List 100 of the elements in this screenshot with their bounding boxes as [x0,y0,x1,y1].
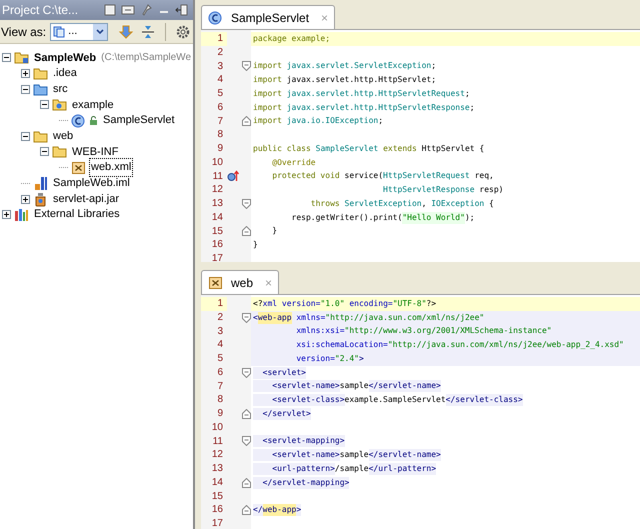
down-arrow-icon[interactable] [118,24,134,40]
code-line: } [252,239,259,252]
folder-icon [52,97,67,112]
line-number: 8 [216,128,224,142]
folder-icon [33,82,48,97]
line-number: 14 [210,210,224,224]
books-icon [14,207,29,222]
line-number: 6 [216,366,224,380]
fold-icon[interactable] [242,408,250,419]
code-line: <servlet-class>example.SampleServlet</servlet-class> [251,393,640,407]
tree-item[interactable]: web.xml [89,158,134,177]
editor-tab[interactable]: SampleServlet × [201,5,336,29]
line-number: 11 [212,434,224,448]
expand-toggle-icon[interactable] [21,194,30,204]
override-icon[interactable] [227,170,239,182]
code-line: <servlet> [251,366,640,380]
expand-toggle-icon[interactable] [21,69,30,78]
line-number: 1 [201,32,227,46]
panel-icon[interactable] [121,3,135,17]
code-line: HttpServletResponse resp) [382,184,504,196]
line-number: 16 [210,503,224,517]
code-line: <servlet-mapping> [251,434,640,448]
collapse-toggle-icon[interactable] [21,132,30,141]
line-number: 9 [216,407,224,421]
module-icon [33,176,48,191]
line-number: 2 [216,310,224,324]
line-number: 10 [210,420,224,434]
expand-toggle-icon[interactable] [2,210,11,220]
line-number: 13 [210,462,224,476]
line-number: 4 [216,73,224,87]
line-number: 7 [216,114,224,128]
code-line: resp.getWriter().print("Hello World"); [290,210,476,224]
circle-icon [208,10,223,25]
pages-icon [53,26,66,38]
line-number: 12 [210,183,224,197]
lock-icon [89,116,98,126]
panel-title: Project C:\te... [1,2,80,19]
code-line: import javax.servlet.ServletException; [252,60,438,72]
line-number: 2 [216,46,224,60]
line-number: 13 [210,197,224,211]
window-icon[interactable] [103,3,117,17]
editor-tab[interactable]: web × [201,270,280,294]
line-number: 17 [210,517,224,529]
fold-icon[interactable] [242,478,250,488]
code-line: public class SampleServlet extends HttpServlet { [252,142,486,155]
jar-icon [33,192,48,207]
collapse-icon[interactable] [140,24,156,40]
line-number: 8 [216,393,224,407]
collapse-toggle-icon[interactable] [2,53,11,62]
code-line: import javax.servlet.http.HttpServletResponse; [252,102,476,114]
settings-icon[interactable] [175,24,192,40]
fold-icon[interactable] [242,312,250,323]
view-as-label: View as: [1,24,46,40]
line-number: 15 [210,490,224,504]
circle-icon [71,113,86,128]
code-line: </servlet> [251,407,640,421]
code-line: <servlet-name>sample</servlet-name> [251,448,640,462]
line-number: 6 [216,100,224,114]
collapse-toggle-icon[interactable] [21,84,30,94]
code-line: throws ServletException, IOException { [310,198,495,210]
code-line: import javax.servlet.http.HttpServletRequest; [252,88,471,100]
line-number: 14 [210,476,224,490]
code-line: protected void service(HttpServletRequest req, [271,170,495,182]
line-number: 16 [210,238,224,252]
line-number: 11 [212,170,224,184]
fold-icon[interactable] [242,226,250,236]
line-number: 15 [210,224,224,238]
fold-icon[interactable] [242,61,250,72]
line-number: 9 [216,142,224,156]
line-number: 7 [216,380,224,394]
fold-icon[interactable] [242,198,250,209]
view-as-dropdown[interactable]: ... [50,22,108,40]
collapse-toggle-icon[interactable] [40,100,49,110]
code-line: </web-app> [252,503,302,517]
fold-icon[interactable] [242,436,250,446]
line-number: 10 [210,156,224,170]
fold-icon[interactable] [242,505,250,516]
path-hint: (C:\temp\SampleWe [101,51,191,66]
x-file-icon [208,275,223,290]
line-number: 12 [210,448,224,462]
line-number: 1 [201,297,227,311]
folder-icon [14,50,29,66]
fold-icon[interactable] [242,116,250,126]
code-line: import java.io.IOException; [252,115,384,128]
line-number: 4 [216,338,224,352]
collapse-toggle-icon[interactable] [40,147,49,156]
line-number: 5 [216,87,224,101]
code-line: <servlet-name>sample</servlet-name> [251,380,640,394]
hide-icon[interactable] [175,3,189,17]
line-number: 3 [216,324,224,338]
line-number: 3 [216,60,224,74]
code-line: </servlet-mapping> [251,476,640,490]
line-number: 5 [216,352,224,366]
x-file-icon [71,160,86,176]
code-line: import javax.servlet.http.HttpServlet; [252,74,438,86]
fold-icon[interactable] [242,368,250,378]
code-line: @Override [271,156,317,169]
code-line: <url-pattern>/sample</url-pattern> [251,462,640,476]
line-number: 17 [210,252,224,262]
code-line: } [271,225,278,238]
